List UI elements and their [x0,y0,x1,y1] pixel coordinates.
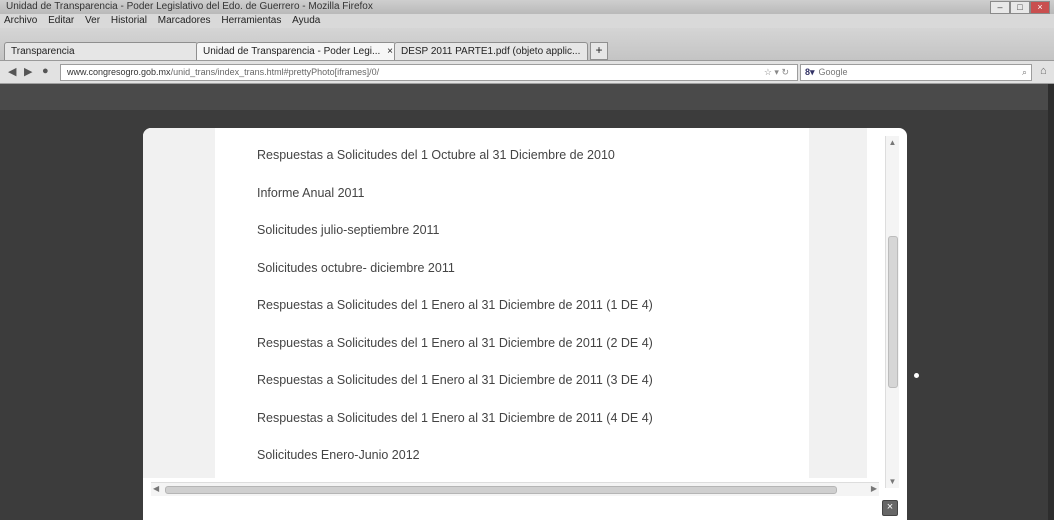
close-icon[interactable]: × [882,500,898,516]
tab-transparencia[interactable]: Transparencia [4,42,198,60]
forward-arrow-icon[interactable]: ▶ [24,65,32,78]
tab-label: DESP 2011 PARTE1.pdf (objeto applic... [401,46,581,57]
bookmark-star-icon[interactable]: ☆ ▾ ↻ [764,65,789,80]
horizontal-scrollbar[interactable]: ◀ ▶ [151,482,879,496]
close-icon[interactable]: × [387,46,393,57]
list-item-link[interactable]: Respuestas a Solicitudes del 1 Enero al … [257,298,817,336]
site-identity-icon[interactable]: ● [42,65,49,77]
tab-desp-pdf[interactable]: DESP 2011 PARTE1.pdf (objeto applic... [394,42,588,60]
vertical-scroll-thumb[interactable] [888,236,898,388]
tab-unidad-transparencia[interactable]: Unidad de Transparencia - Poder Legi... … [196,42,396,60]
maximize-button[interactable]: □ [1010,1,1030,14]
list-item-link[interactable]: Informe Anual 2011 [257,186,817,224]
menu-ver[interactable]: Ver [81,14,104,28]
menu-historial[interactable]: Historial [107,14,151,28]
window-edge [1048,84,1054,520]
search-engine-label: Google [818,67,848,77]
list-item-link[interactable]: Solicitudes octubre- diciembre 2011 [257,261,817,299]
search-engine-icon[interactable]: 8▾ [801,65,819,80]
scroll-right-icon[interactable]: ▶ [871,484,877,493]
window-title: Unidad de Transparencia - Poder Legislat… [6,1,373,12]
url-path: /unid_trans/index_trans.html#prettyPhoto… [170,67,380,77]
menu-herramientas[interactable]: Herramientas [217,14,285,28]
list-item-link[interactable]: Respuestas a Solicitudes del 1 Enero al … [257,336,817,374]
url-bar[interactable]: www.congresogro.gob.mx/unid_trans/index_… [60,64,798,81]
menu-archivo[interactable]: Archivo [0,14,41,28]
scroll-down-icon[interactable]: ▼ [886,477,899,486]
new-tab-button[interactable]: + [590,42,608,60]
tab-label: Unidad de Transparencia - Poder Legi... [203,46,381,57]
document-list: Respuestas a Solicitudes del 1 Octubre a… [257,148,817,486]
tab-label: Transparencia [11,46,75,57]
minimize-button[interactable]: – [990,1,1010,14]
search-icon[interactable]: ⌕ [1022,65,1027,80]
list-item-link[interactable]: Respuestas a Solicitudes del 1 Enero al … [257,373,817,411]
list-item-link[interactable]: Respuestas a Solicitudes del 1 Octubre a… [257,148,817,186]
list-item-link[interactable]: Respuestas a Solicitudes del 1 Enero al … [257,411,817,449]
menu-bar: Archivo Editar Ver Historial Marcadores … [0,14,1054,28]
iframe-left-margin [143,128,215,478]
window-titlebar: Unidad de Transparencia - Poder Legislat… [0,0,1054,14]
menu-marcadores[interactable]: Marcadores [154,14,215,28]
back-arrow-icon[interactable]: ◀ [8,65,16,78]
page-overlay[interactable]: Respuestas a Solicitudes del 1 Octubre a… [0,84,1054,520]
search-bar[interactable]: 8▾ Google ⌕ [800,64,1032,81]
vertical-scrollbar[interactable]: ▲ ▼ [885,136,899,488]
list-item-link[interactable]: Solicitudes julio-septiembre 2011 [257,223,817,261]
horizontal-scroll-thumb[interactable] [165,486,837,494]
tab-bar: Transparencia Unidad de Transparencia - … [0,28,1054,61]
menu-editar[interactable]: Editar [44,14,78,28]
navigation-bar: ◀ ▶ ● www.congresogro.gob.mx/unid_trans/… [0,61,1054,84]
loading-indicator [914,373,919,378]
scroll-up-icon[interactable]: ▲ [886,138,899,147]
url-host: www.congresogro.gob.mx [67,67,171,77]
close-window-button[interactable]: × [1030,1,1050,14]
scroll-left-icon[interactable]: ◀ [153,484,159,493]
menu-ayuda[interactable]: Ayuda [288,14,324,28]
iframe-right-margin [809,128,867,478]
list-item-link[interactable]: Solicitudes Enero-Junio 2012 [257,448,817,486]
home-icon[interactable]: ⌂ [1040,65,1047,77]
page-header-strip [0,84,1054,110]
lightbox-modal: Respuestas a Solicitudes del 1 Octubre a… [143,128,907,520]
